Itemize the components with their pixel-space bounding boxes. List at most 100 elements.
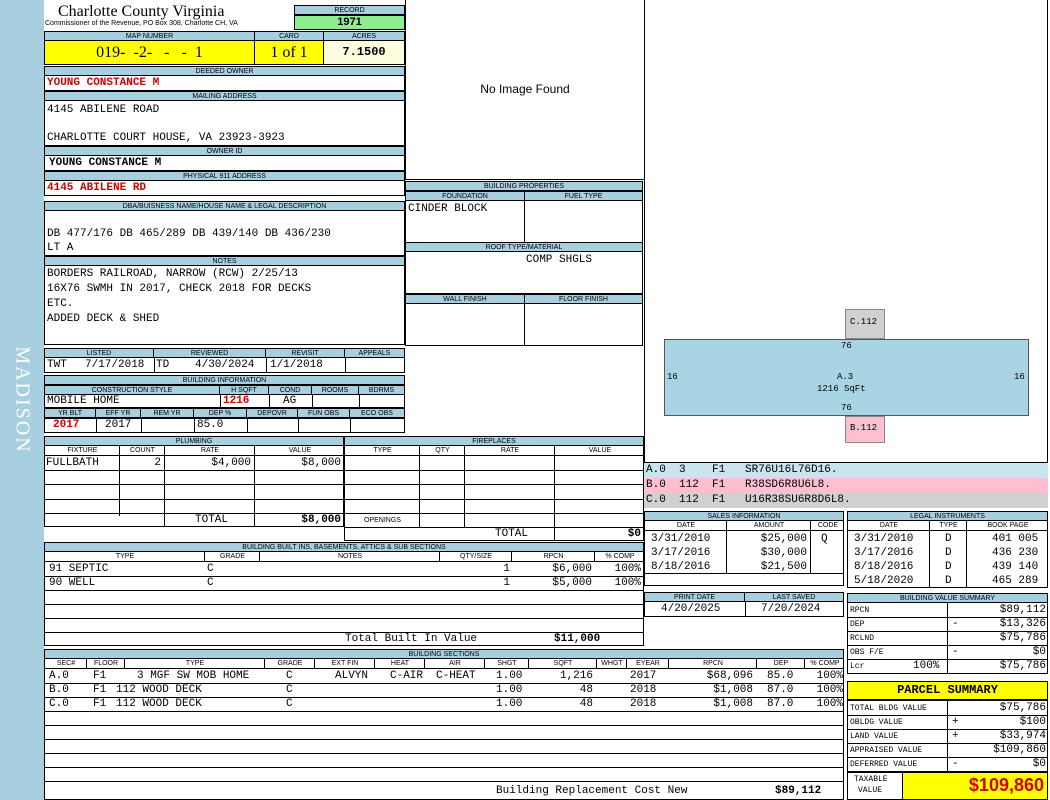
sketch-main-sqft: 1216 SqFt [817, 384, 866, 394]
ps-label-land: LAND VALUE [850, 732, 899, 741]
vs-value-rclnd: $75,786 [999, 632, 1046, 644]
building-info-title: BUILDING INFORMATION [44, 375, 405, 385]
sections-h-heat: HEAT [390, 660, 410, 667]
sections-h-sqft: SQFT [553, 660, 573, 667]
sales-amount-3: $21,500 [760, 561, 807, 573]
card-value: 1 of 1 [254, 40, 324, 65]
legal-date-4: 5/18/2020 [854, 575, 914, 587]
sections-h-rpcn: RPCN [703, 660, 723, 667]
plumbing-h-rate: RATE [200, 447, 220, 454]
section-sqft: 48 [579, 684, 593, 696]
yrblt-label: YR BLT [44, 408, 96, 418]
legal-line1: DB 477/176 DB 465/289 DB 439/140 DB 436/… [47, 228, 331, 240]
section-floor: F1 [93, 670, 107, 682]
physical-address-value: 4145 ABILENE RD [47, 182, 147, 194]
mailing-line1: 4145 ABILENE ROAD [47, 104, 160, 116]
yrblt-value: 2017 [53, 419, 80, 431]
legal-instruments-table: DATE TYPE BOOK PAGE 3/31/2010 D 401 005 … [847, 520, 1048, 588]
district-name: MADISON [11, 346, 34, 454]
sections-h-sec: SEC# [56, 660, 76, 667]
sections-h-type: TYPE [185, 660, 205, 667]
sketch-dim-right: 16 [1014, 372, 1025, 382]
legend-row-c: C.0 112 F1 U16R38SU6R8D6L8. [644, 493, 1048, 508]
builtin-grade-1: C [207, 563, 214, 575]
legal-date-2: 3/17/2016 [854, 547, 914, 559]
section-shgt: 1.00 [496, 698, 523, 710]
builtin-qty-1: 1 [503, 563, 510, 575]
builtin-rpcn-1: $6,000 [552, 563, 592, 575]
vs-label-rclnd: RCLND [850, 634, 875, 643]
section-floor: F1 [93, 698, 107, 710]
print-date-value: 4/20/2025 [661, 603, 721, 615]
hsqft-value: 1216 [223, 395, 250, 407]
acres-number: 7.1500 [342, 45, 386, 59]
legal-book-2: 436 230 [992, 547, 1039, 559]
sections-h-floor: FLOOR [93, 660, 119, 667]
section-eyear: 2018 [630, 698, 657, 710]
sections-table: SEC# FLOOR TYPE GRADE EXT FIN HEAT AIR S… [44, 658, 844, 800]
acres-value: 7.1500 [323, 40, 405, 65]
builtin-type-2: 90 WELL [49, 577, 96, 589]
plumbing-h-count: COUNT [130, 447, 155, 454]
builtin-grade-2: C [207, 577, 214, 589]
fireplaces-h-type: TYPE [373, 447, 392, 454]
legend-row-b: B.0 112 F1 R38SD6R8U6L8. [644, 478, 1048, 493]
style-value: MOBILE HOME [47, 395, 120, 407]
vs-value-dep: $13,326 [999, 618, 1046, 630]
sales-h-date: DATE [676, 522, 696, 529]
section-ext: ALVYN [335, 670, 369, 682]
plumbing-h-value: VALUE [288, 447, 312, 454]
section-sqft: 48 [579, 698, 593, 710]
section-eyear: 2018 [630, 684, 657, 696]
section-rpcn: $1,008 [713, 698, 753, 710]
section-rpcn: $1,008 [713, 684, 753, 696]
builtin-type-1: 91 SEPTIC [49, 563, 109, 575]
plumbing-total-value: $8,000 [301, 514, 341, 526]
last-saved-value: 7/20/2024 [761, 603, 821, 615]
notes-box: BORDERS RAILROAD, NARROW (RCW) 2/25/13 1… [44, 265, 405, 345]
section-heat: C-AIR [390, 670, 424, 682]
plumbing-total-label: TOTAL [195, 514, 229, 526]
ps-label-appraised: APPRAISED VALUE [850, 746, 923, 755]
notes-line3: ETC. [47, 298, 74, 310]
sections-h-air: AIR [449, 660, 461, 667]
effyr-value: 2017 [105, 419, 132, 431]
builtins-h-type: TYPE [115, 553, 135, 560]
section-type: 112 WOOD DECK [116, 684, 202, 696]
listed-date: 7/17/2018 [85, 359, 145, 371]
sales-amount-2: $30,000 [760, 547, 807, 559]
vs-value-rpcn: $89,112 [999, 604, 1046, 616]
value-summary-table: RPCN $89,112 DEP - $13,326 RCLND $75,786… [847, 602, 1048, 674]
legal-type-2: D [945, 547, 952, 559]
ps-value-deferred: $0 [1032, 758, 1046, 770]
section-row-c: C.0 F1 112 WOOD DECK C 1.00 48 2018 $1,0… [45, 698, 843, 711]
parcel-summary-title: PARCEL SUMMARY [847, 681, 1048, 700]
funobs-label: FUN OBS [297, 408, 350, 418]
builtin-comp-2: 100% [614, 577, 641, 589]
roof-box: COMP SHGLS [405, 251, 643, 294]
ps-label-total-bldg: TOTAL BLDG VALUE [850, 704, 927, 713]
legal-type-4: D [945, 575, 952, 587]
taxable-label-box: TAXABLE VALUE [847, 772, 903, 800]
vs-label-obs: OBS F/E [850, 648, 884, 657]
vs-value-lcr: $75,786 [999, 660, 1046, 672]
section-dep: 87.0 [767, 698, 794, 710]
vs-label-dep: DEP [850, 620, 865, 629]
fireplaces-h-rate: RATE [500, 447, 520, 454]
map-number: 019- -2- - - 1 [96, 44, 203, 61]
fireplaces-h-qty: QTY [435, 447, 450, 454]
builtins-total-label: Total Built In Value [345, 633, 478, 645]
record-number: 1971 [337, 16, 362, 28]
notes-line2: 16X76 SWMH IN 2017, CHECK 2018 FOR DECKS [47, 283, 312, 295]
section-dep: 87.0 [767, 684, 794, 696]
sections-total-label: Building Replacement Cost New [496, 785, 688, 797]
sales-h-amount: AMOUNT [753, 522, 785, 529]
section-floor: F1 [93, 684, 107, 696]
sections-h-shgt: SHGT [497, 660, 517, 667]
no-image-text: No Image Found [480, 82, 570, 96]
cond-value: AG [283, 395, 297, 407]
sections-h-comp: % COMP [810, 660, 840, 667]
notes-line1: BORDERS RAILROAD, NARROW (RCW) 2/25/13 [47, 268, 298, 280]
deeded-owner-box: YOUNG CONSTANCE M [44, 75, 405, 91]
section-grade: C [286, 670, 293, 682]
